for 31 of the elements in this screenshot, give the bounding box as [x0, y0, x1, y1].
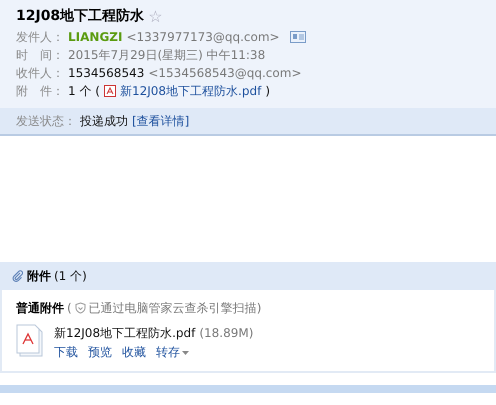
section-title: 普通附件: [16, 300, 64, 316]
attachment-count: 1 个 (: [68, 82, 100, 100]
field-label: 收件人：: [16, 64, 64, 82]
attachments-count: (1 个): [54, 268, 87, 284]
file-action-link[interactable]: 收藏: [122, 344, 146, 361]
field-label: 附 件：: [16, 82, 64, 100]
field-value: 2015年7月29日(星期三) 中午11:38: [68, 46, 266, 64]
file-action-link[interactable]: 下载: [54, 344, 78, 361]
caret-icon[interactable]: [182, 350, 189, 354]
file-name: 新12J08地下工程防水.pdf: [54, 324, 196, 342]
file-action-link[interactable]: 预览: [88, 344, 112, 361]
email-subject: 12J08地下工程防水: [16, 7, 144, 25]
recipient-name[interactable]: 1534568543: [68, 66, 144, 80]
scan-open-paren: (: [67, 301, 72, 315]
paperclip-icon: [12, 270, 24, 282]
attachment-link[interactable]: 新12J08地下工程防水.pdf: [120, 82, 262, 100]
field-label: 发件人：: [16, 28, 64, 46]
details-link[interactable]: [查看详情]: [132, 112, 190, 130]
field-label: 时 间：: [16, 46, 64, 64]
pdf-icon: [104, 85, 116, 97]
sender-address: <1337977173@qq.com>: [126, 30, 280, 44]
file-action-link[interactable]: 转存: [156, 344, 180, 361]
scan-note: 已通过电脑管家云查杀引擎扫描): [88, 300, 262, 316]
contact-card-icon[interactable]: [290, 31, 306, 43]
attachments-title: 附件: [27, 268, 51, 284]
status-label: 发送状态：: [16, 112, 76, 130]
status-value: 投递成功: [80, 112, 128, 130]
recipient-address: <1534568543@qq.com>: [148, 66, 302, 80]
file-size: (18.89M): [199, 326, 254, 340]
shield-icon: [74, 302, 86, 314]
closing-paren: ): [265, 84, 270, 98]
